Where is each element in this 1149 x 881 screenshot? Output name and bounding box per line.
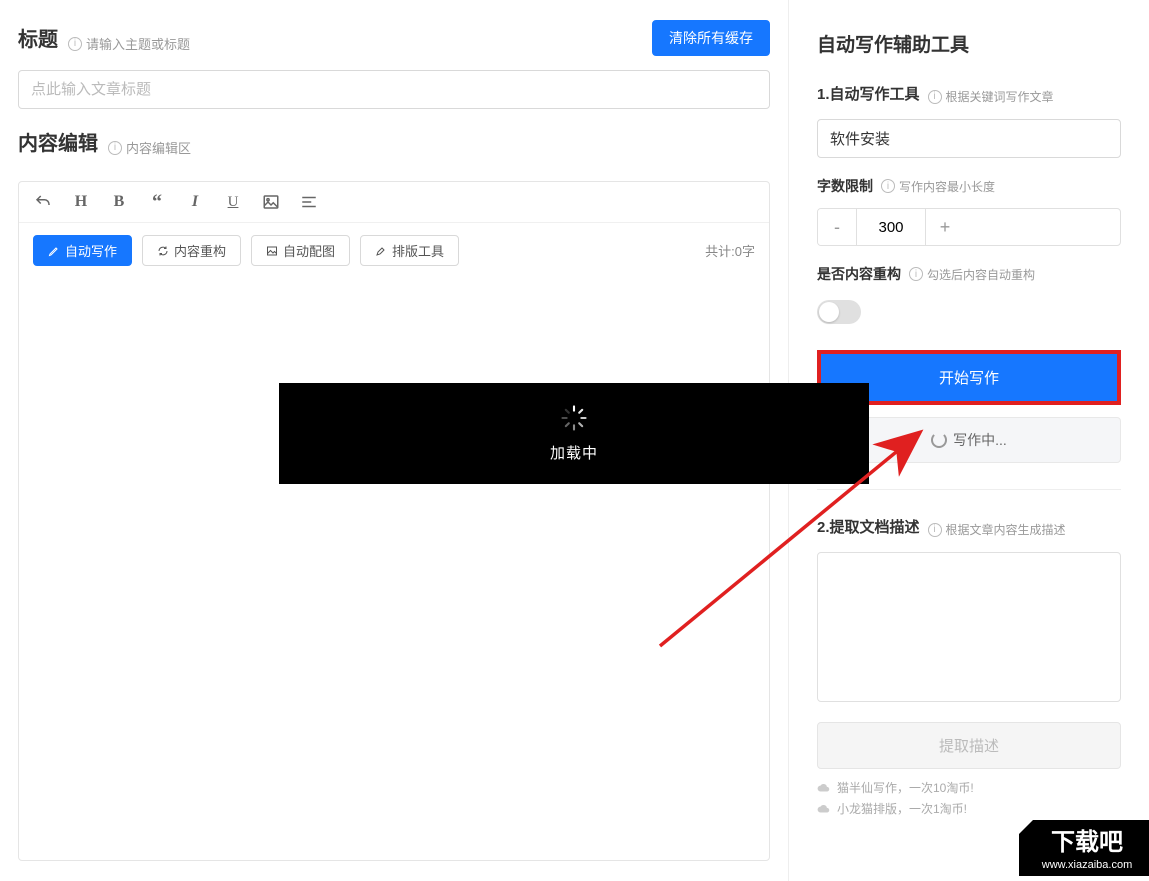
section1-hint: i 根据关键词写作文章	[928, 88, 1054, 105]
info-icon: i	[909, 267, 923, 281]
tool-icon	[375, 245, 387, 257]
title-hint: i 请输入主题或标题	[68, 34, 190, 53]
auto-image-button[interactable]: 自动配图	[251, 235, 350, 266]
decrement-button[interactable]: -	[818, 209, 856, 245]
pen-icon	[48, 245, 60, 257]
wordlimit-stepper: - +	[817, 208, 1121, 246]
divider	[817, 489, 1121, 490]
restructure-toggle[interactable]	[817, 300, 861, 324]
extract-description-button[interactable]: 提取描述	[817, 722, 1121, 769]
loading-icon	[931, 432, 947, 448]
section2-title: 2.提取文档描述	[817, 516, 920, 537]
content-section-label: 内容编辑	[18, 127, 98, 156]
title-section-label: 标题	[18, 23, 58, 52]
word-count: 共计:0字	[705, 241, 755, 260]
wordlimit-value[interactable]	[856, 209, 926, 245]
increment-button[interactable]: +	[926, 209, 964, 245]
tip-1: 猫半仙写作，一次10淘币!	[817, 779, 1121, 796]
align-icon[interactable]	[299, 192, 319, 212]
section1-title: 1.自动写作工具	[817, 83, 920, 104]
tip-2: 小龙猫排版，一次1淘币!	[817, 800, 1121, 817]
spinner-icon	[560, 404, 588, 432]
watermark-logo: 下载吧 www.xiazaiba.com	[1019, 820, 1149, 876]
cloud-icon	[817, 783, 831, 793]
editor-textarea[interactable]	[19, 278, 769, 860]
cloud-icon	[817, 804, 831, 814]
sidebar-title: 自动写作辅助工具	[817, 30, 1121, 57]
content-hint: i 内容编辑区	[108, 138, 191, 157]
quote-icon[interactable]: “	[147, 192, 167, 212]
info-icon: i	[928, 90, 942, 104]
info-icon: i	[108, 141, 122, 155]
clear-cache-button[interactable]: 清除所有缓存	[652, 20, 770, 56]
editor-container: H B “ I U 自动写作 内容重构	[18, 181, 770, 861]
article-title-input[interactable]	[18, 70, 770, 109]
wordlimit-label: 字数限制	[817, 176, 873, 196]
italic-icon[interactable]: I	[185, 192, 205, 212]
loading-text: 加载中	[550, 442, 598, 463]
underline-icon[interactable]: U	[223, 192, 243, 212]
info-icon: i	[881, 179, 895, 193]
layout-tool-button[interactable]: 排版工具	[360, 235, 459, 266]
undo-icon[interactable]	[33, 192, 53, 212]
image-icon[interactable]	[261, 192, 281, 212]
format-toolbar: H B “ I U	[19, 182, 769, 223]
wordlimit-hint: i 写作内容最小长度	[881, 178, 995, 195]
restructure-label: 是否内容重构	[817, 264, 901, 284]
info-icon: i	[68, 37, 82, 51]
info-icon: i	[928, 523, 942, 537]
section2-hint: i 根据文章内容生成描述	[928, 521, 1066, 538]
restructure-hint: i 勾选后内容自动重构	[909, 266, 1035, 283]
loading-overlay: 加载中	[279, 383, 869, 484]
svg-text:下载吧: 下载吧	[1051, 829, 1123, 856]
bold-icon[interactable]: B	[109, 192, 129, 212]
svg-text:www.xiazaiba.com: www.xiazaiba.com	[1041, 859, 1132, 871]
picture-icon	[266, 245, 278, 257]
refresh-icon	[157, 245, 169, 257]
description-textarea[interactable]	[817, 552, 1121, 702]
keyword-input[interactable]	[817, 119, 1121, 158]
auto-write-button[interactable]: 自动写作	[33, 235, 132, 266]
reconstruct-button[interactable]: 内容重构	[142, 235, 241, 266]
heading-icon[interactable]: H	[71, 192, 91, 212]
